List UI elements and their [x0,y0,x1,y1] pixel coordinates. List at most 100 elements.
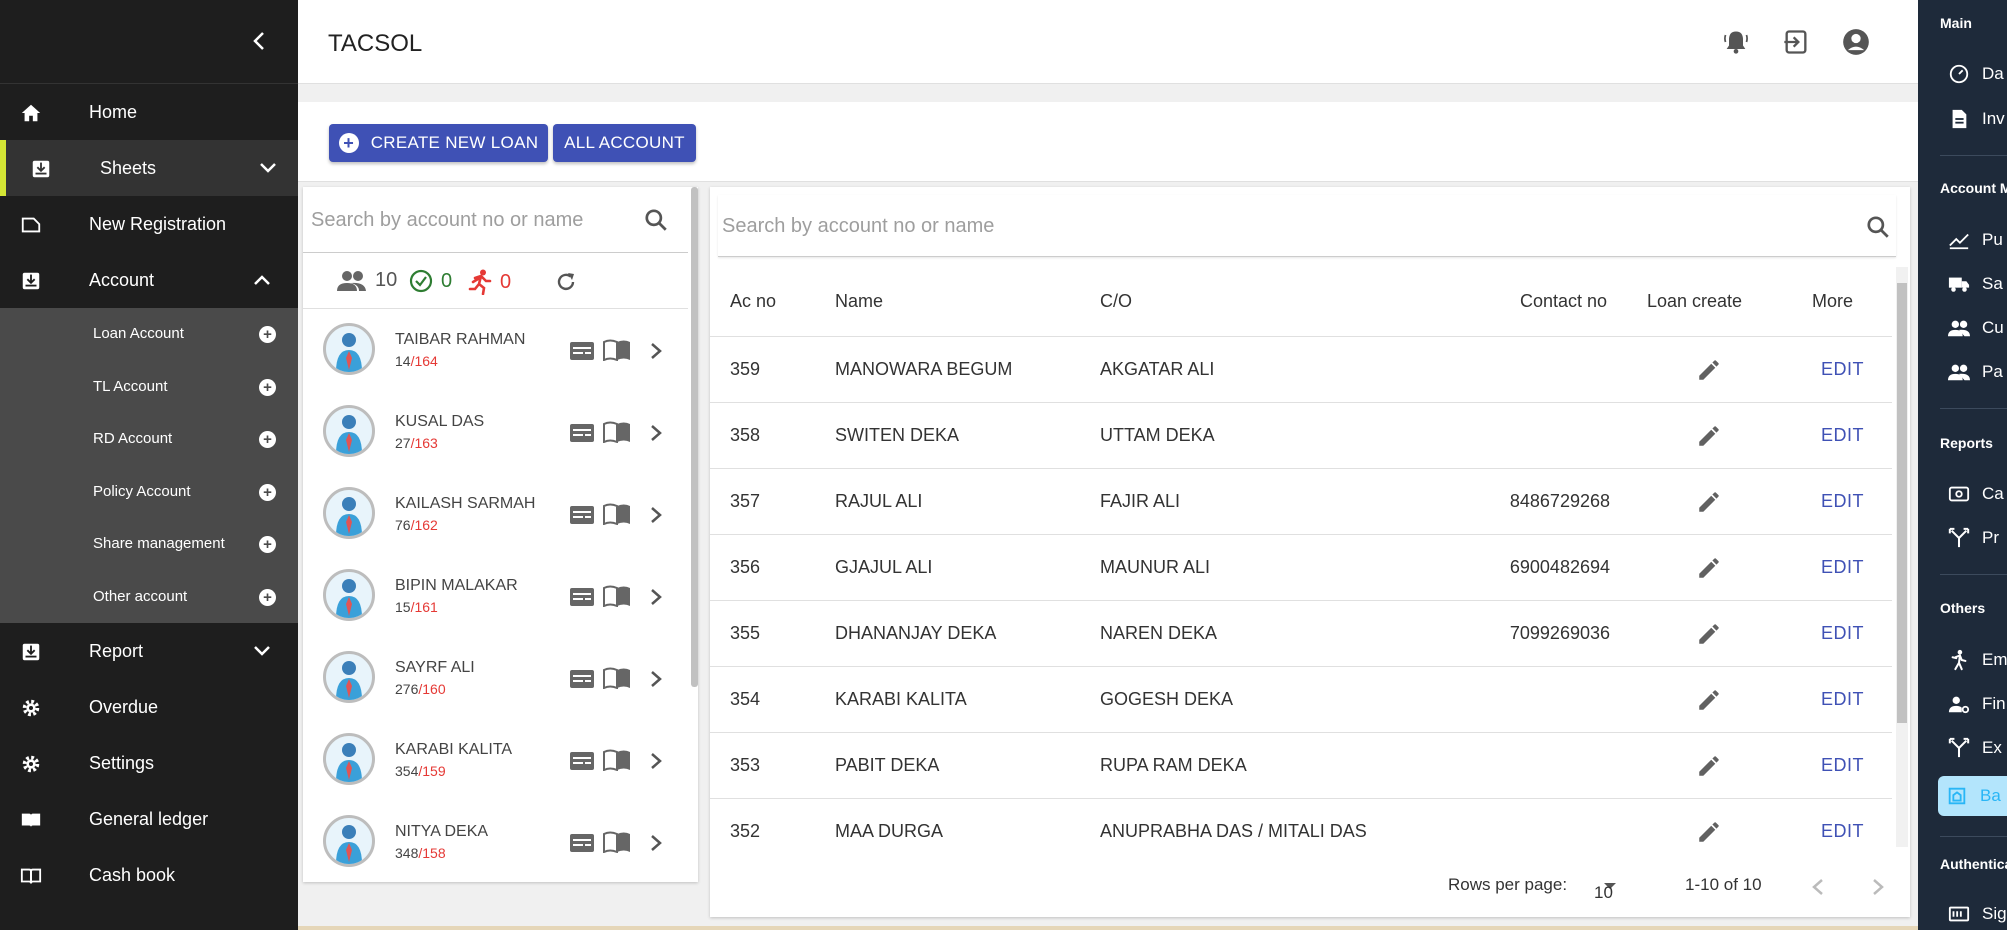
all-account-button[interactable]: ALL ACCOUNT [553,124,696,162]
refresh-icon[interactable] [554,270,578,294]
list-item[interactable]: SAYRF ALI 276/160 [303,637,688,719]
list-search-input[interactable] [311,205,631,235]
chevron-right-icon[interactable] [1870,877,1886,897]
table-scrollbar[interactable] [1896,267,1908,847]
column-header-contact[interactable]: Contact no [1520,291,1607,312]
card-icon[interactable] [570,587,594,607]
submenu-loan-account[interactable]: Loan Account + [0,308,298,361]
book-icon[interactable] [603,339,631,361]
add-circle-icon[interactable]: + [259,326,276,343]
edit-button[interactable]: EDIT [1821,359,1864,380]
nav-item-sales[interactable]: Sa [1940,266,2007,302]
book-icon[interactable] [603,749,631,771]
submenu-tl-account[interactable]: TL Account + [0,361,298,414]
pencil-icon[interactable] [1696,489,1722,515]
edit-button[interactable]: EDIT [1821,755,1864,776]
list-scrollbar[interactable] [691,187,698,687]
stat-total[interactable]: 10 [337,269,397,292]
nav-item-signin[interactable]: Sig [1940,896,2007,930]
book-icon[interactable] [603,585,631,607]
notification-bell-icon[interactable] [1722,28,1750,56]
edit-button[interactable]: EDIT [1821,557,1864,578]
nav-item-invoice[interactable]: Inv [1940,101,2007,137]
chevron-right-icon[interactable] [648,669,664,689]
add-circle-icon[interactable]: + [259,378,276,396]
book-icon[interactable] [603,667,631,689]
pencil-icon[interactable] [1696,819,1722,845]
nav-item-dashboard[interactable]: Da [1940,56,2007,92]
chevron-right-icon[interactable] [648,587,664,607]
sidebar-item-new-registration[interactable]: New Registration [0,196,298,252]
sidebar-item-report[interactable]: Report [0,623,298,679]
card-icon[interactable] [570,423,594,443]
pencil-icon[interactable] [1696,621,1722,647]
card-icon[interactable] [570,751,594,771]
pencil-icon[interactable] [1696,555,1722,581]
collapse-sidebar-button[interactable] [246,28,272,54]
column-header-loan-create[interactable]: Loan create [1647,291,1742,312]
column-header-co[interactable]: C/O [1100,291,1132,312]
column-header-name[interactable]: Name [835,291,883,312]
chevron-right-icon[interactable] [648,505,664,525]
column-header-acno[interactable]: Ac no [730,291,776,312]
book-icon[interactable] [603,503,631,525]
book-icon[interactable] [603,421,631,443]
edit-button[interactable]: EDIT [1821,491,1864,512]
sidebar-item-cash-book[interactable]: Cash book [0,847,298,903]
scrollbar-thumb[interactable] [1897,283,1907,723]
list-item[interactable]: KARABI KALITA 354/159 [303,719,688,801]
sidebar-item-settings[interactable]: Settings [0,735,298,791]
column-header-more[interactable]: More [1812,291,1853,312]
card-icon[interactable] [570,341,594,361]
submenu-other-account[interactable]: Other account + [0,571,298,624]
chevron-right-icon[interactable] [648,833,664,853]
sidebar-item-sheets[interactable]: Sheets [0,140,298,196]
search-icon[interactable] [643,207,669,233]
chevron-right-icon[interactable] [648,751,664,771]
card-icon[interactable] [570,833,594,853]
nav-item-parties[interactable]: Pa [1940,354,2007,390]
search-icon[interactable] [1865,214,1891,240]
table-search-input[interactable] [722,211,1822,241]
chevron-right-icon[interactable] [648,423,664,443]
nav-item-expense[interactable]: Ex [1940,730,2007,766]
book-icon[interactable] [603,831,631,853]
nav-item-purchase[interactable]: Pu [1940,222,2007,258]
submenu-rd-account[interactable]: RD Account + [0,413,298,466]
create-new-loan-button[interactable]: + CREATE NEW LOAN [329,124,548,162]
rows-per-page-select[interactable]: 10 [1594,875,1618,902]
submenu-policy-account[interactable]: Policy Account + [0,466,298,519]
add-circle-icon[interactable]: + [259,483,276,501]
sidebar-item-account[interactable]: Account [0,252,298,308]
nav-item-customers[interactable]: Cu [1940,310,2007,346]
pencil-icon[interactable] [1696,687,1722,713]
logout-icon[interactable] [1782,28,1810,56]
nav-item-cash[interactable]: Ca [1940,476,2007,512]
edit-button[interactable]: EDIT [1821,821,1864,842]
nav-item-bank[interactable]: Ba [1938,776,2007,816]
account-circle-icon[interactable] [1842,28,1870,56]
sidebar-item-overdue[interactable]: Overdue [0,679,298,735]
sidebar-item-general-ledger[interactable]: General ledger [0,791,298,847]
list-item[interactable]: BIPIN MALAKAR 15/161 [303,555,688,637]
list-item[interactable]: TAIBAR RAHMAN 14/164 [303,309,688,391]
stat-running[interactable]: 0 [468,269,511,295]
pencil-icon[interactable] [1696,753,1722,779]
nav-item-employee[interactable]: Em [1940,642,2007,678]
list-item[interactable]: KAILASH SARMAH 76/162 [303,473,688,555]
nav-item-profit[interactable]: Pr [1940,520,2007,556]
card-icon[interactable] [570,669,594,689]
card-icon[interactable] [570,505,594,525]
list-item[interactable]: KUSAL DAS 27/163 [303,391,688,473]
add-circle-icon[interactable]: + [259,536,276,553]
chevron-left-icon[interactable] [1810,877,1826,897]
edit-button[interactable]: EDIT [1821,623,1864,644]
nav-item-finance[interactable]: Fin [1940,686,2007,722]
add-circle-icon[interactable]: + [259,431,276,448]
pencil-icon[interactable] [1696,357,1722,383]
pencil-icon[interactable] [1696,423,1722,449]
stat-done[interactable]: 0 [409,269,452,293]
add-circle-icon[interactable]: + [259,588,276,606]
submenu-share-management[interactable]: Share management + [0,518,298,571]
sidebar-item-home[interactable]: Home [0,84,298,140]
